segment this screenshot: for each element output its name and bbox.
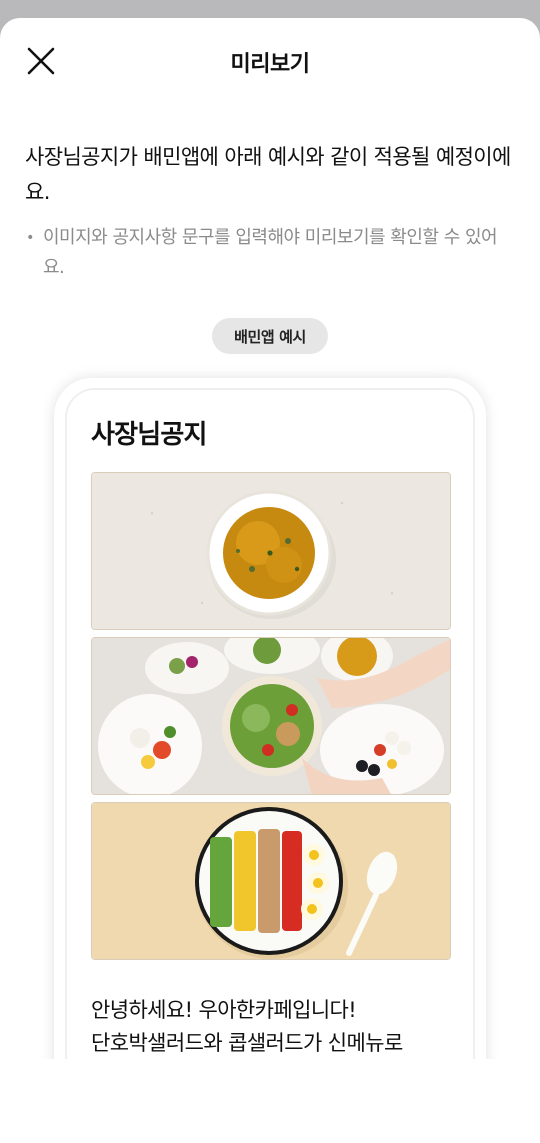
notice-body-line: 안녕하세요! 우아한카페입니다! (91, 998, 357, 1022)
cobb-salad-image (91, 802, 451, 960)
page-title: 미리보기 (230, 52, 310, 77)
notice-body-line: 단호박샐러드와 콥샐러드가 신메뉴로 (91, 1031, 403, 1055)
salad-spread-image (91, 637, 451, 795)
notice-body: 안녕하세요! 우아한카페입니다! 단호박샐러드와 콥샐러드가 신메뉴로 (91, 994, 451, 1060)
intro-text: 사장님공지가 배민앱에 아래 예시와 같이 적용될 예정이에요. (25, 145, 511, 204)
intro-note-text: 이미지와 공지사항 문구를 입력해야 미리보기를 확인할 수 있어요. (43, 227, 498, 278)
bottom-area (0, 1059, 540, 1143)
sheet-header: 미리보기 (0, 18, 540, 102)
phone-preview-frame: 사장님공지 안녕하세요! 우아한카페입니다! 단호박샐러드와 콥샐러드가 신메뉴… (54, 378, 486, 1143)
preview-sheet: 미리보기 사장님공지가 배민앱에 아래 예시와 같이 적용될 예정이에요. • … (0, 18, 540, 1143)
example-badge: 배민앱 예시 (212, 318, 328, 354)
pumpkin-salad-image (91, 472, 451, 630)
intro-note: • 이미지와 공지사항 문구를 입력해야 미리보기를 확인할 수 있어요. (25, 223, 515, 283)
phone-preview-screen: 사장님공지 안녕하세요! 우아한카페입니다! 단호박샐러드와 콥샐러드가 신메뉴… (65, 388, 475, 1143)
notice-title: 사장님공지 (91, 420, 207, 450)
bullet-icon: • (26, 230, 34, 246)
